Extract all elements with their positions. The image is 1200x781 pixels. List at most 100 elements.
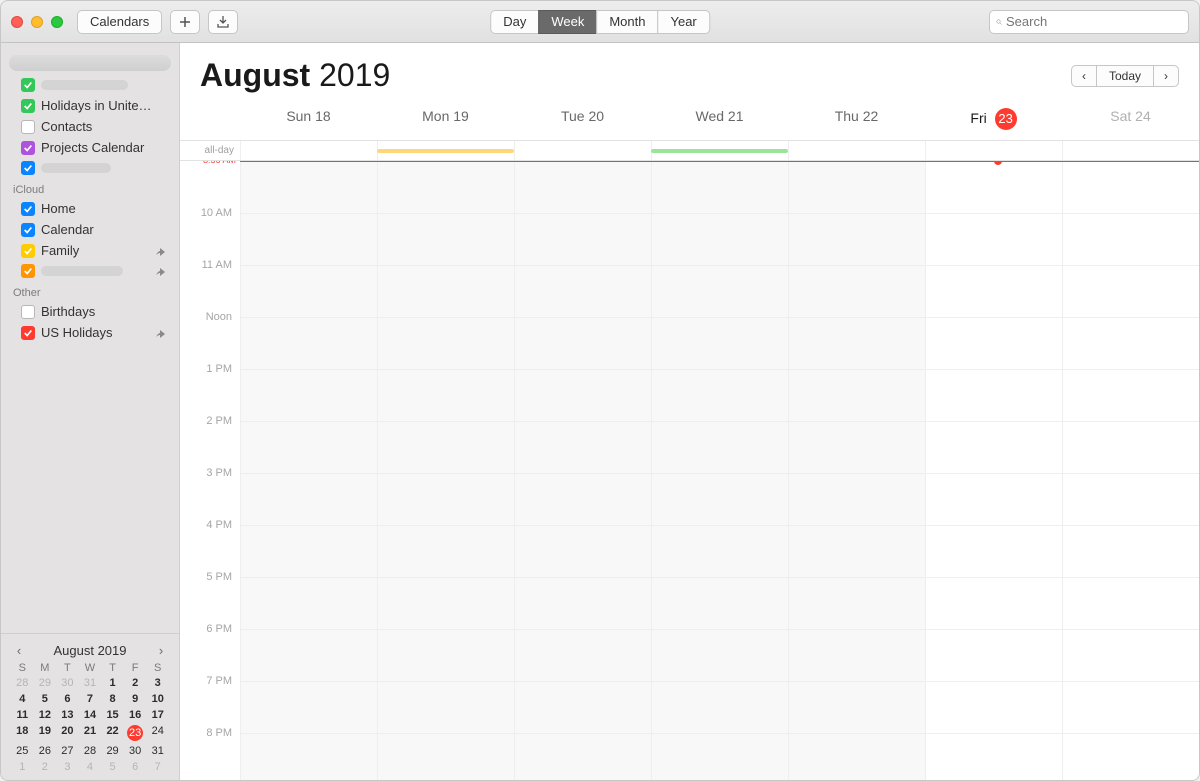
minical-day[interactable]: 13 <box>56 708 79 722</box>
minical-next-button[interactable]: › <box>153 642 169 658</box>
minical-day[interactable]: 8 <box>101 692 124 706</box>
minical-day[interactable]: 3 <box>56 760 79 774</box>
calendar-checkbox[interactable] <box>21 141 35 155</box>
calendar-label <box>41 80 167 90</box>
hour-label: Noon <box>180 311 240 363</box>
minical-day[interactable]: 15 <box>101 708 124 722</box>
calendar-checkbox[interactable] <box>21 326 35 340</box>
calendar-checkbox[interactable] <box>21 223 35 237</box>
minical-day[interactable]: 25 <box>11 744 34 758</box>
minical-day[interactable]: 9 <box>124 692 147 706</box>
minical-day[interactable]: 31 <box>79 676 102 690</box>
calendar-checkbox[interactable] <box>21 244 35 258</box>
allday-event[interactable] <box>377 149 514 153</box>
day-header[interactable]: Wed 21 <box>651 102 788 140</box>
calendar-checkbox[interactable] <box>21 99 35 113</box>
minical-day[interactable]: 6 <box>56 692 79 706</box>
calendar-item[interactable]: US Holidays <box>1 322 179 343</box>
sidebar-group-label: Other <box>1 281 179 301</box>
minical-day[interactable]: 16 <box>124 708 147 722</box>
minical-day[interactable]: 7 <box>146 760 169 774</box>
minical-day[interactable]: 3 <box>146 676 169 690</box>
calendar-checkbox[interactable] <box>21 264 35 278</box>
minical-day[interactable]: 12 <box>34 708 57 722</box>
minical-day[interactable]: 11 <box>11 708 34 722</box>
day-header[interactable]: Thu 22 <box>788 102 925 140</box>
minical-day[interactable]: 2 <box>124 676 147 690</box>
minical-day[interactable]: 23 <box>124 724 147 742</box>
minical-day[interactable]: 20 <box>56 724 79 742</box>
day-header[interactable]: Sun 18 <box>240 102 377 140</box>
minical-day[interactable]: 4 <box>11 692 34 706</box>
minical-dow: T <box>56 662 79 674</box>
minical-day[interactable]: 30 <box>124 744 147 758</box>
minical-day[interactable]: 5 <box>34 692 57 706</box>
prev-week-button[interactable]: ‹ <box>1071 65 1097 87</box>
calendar-item[interactable]: Holidays in Unite… <box>1 95 179 116</box>
minical-day[interactable]: 28 <box>11 676 34 690</box>
add-event-button[interactable] <box>170 10 200 34</box>
calendar-item[interactable] <box>1 261 179 281</box>
minical-day[interactable]: 14 <box>79 708 102 722</box>
hour-label: 2 PM <box>180 415 240 467</box>
view-month-button[interactable]: Month <box>596 10 658 34</box>
minical-day[interactable]: 27 <box>56 744 79 758</box>
search-field[interactable] <box>989 10 1189 34</box>
today-button[interactable]: Today <box>1096 65 1154 87</box>
grid-columns[interactable]: 8:56 AM <box>240 161 1199 780</box>
view-week-button[interactable]: Week <box>538 10 597 34</box>
minical-day[interactable]: 21 <box>79 724 102 742</box>
minical-day[interactable]: 29 <box>101 744 124 758</box>
minical-day[interactable]: 4 <box>79 760 102 774</box>
main-header: August 2019 ‹ Today › <box>180 43 1199 102</box>
calendar-checkbox[interactable] <box>21 161 35 175</box>
minical-day[interactable]: 6 <box>124 760 147 774</box>
minical-day[interactable]: 24 <box>146 724 169 742</box>
inbox-button[interactable] <box>208 10 238 34</box>
calendar-item[interactable]: Birthdays <box>1 301 179 322</box>
calendar-item[interactable] <box>1 158 179 178</box>
minical-day[interactable]: 5 <box>101 760 124 774</box>
calendar-item[interactable]: Home <box>1 198 179 219</box>
minical-day[interactable]: 1 <box>11 760 34 774</box>
allday-cells[interactable] <box>240 141 1199 160</box>
minical-day[interactable]: 26 <box>34 744 57 758</box>
minical-prev-button[interactable]: ‹ <box>11 642 27 658</box>
search-input[interactable] <box>1006 14 1182 29</box>
calendar-item[interactable] <box>1 75 179 95</box>
calendars-toggle-button[interactable]: Calendars <box>77 10 162 34</box>
minical-day[interactable]: 2 <box>34 760 57 774</box>
close-button[interactable] <box>11 16 23 28</box>
minical-day[interactable]: 30 <box>56 676 79 690</box>
minical-day[interactable]: 18 <box>11 724 34 742</box>
calendar-checkbox[interactable] <box>21 305 35 319</box>
allday-event[interactable] <box>651 149 788 153</box>
next-week-button[interactable]: › <box>1153 65 1179 87</box>
calendar-item[interactable]: Projects Calendar <box>1 137 179 158</box>
minical-day[interactable]: 31 <box>146 744 169 758</box>
minimize-button[interactable] <box>31 16 43 28</box>
minical-dow: F <box>124 662 147 674</box>
zoom-button[interactable] <box>51 16 63 28</box>
calendar-item[interactable]: Contacts <box>1 116 179 137</box>
minical-day[interactable]: 7 <box>79 692 102 706</box>
calendar-item[interactable]: Calendar <box>1 219 179 240</box>
day-header[interactable]: Fri 23 <box>925 102 1062 140</box>
minical-day[interactable]: 10 <box>146 692 169 706</box>
minical-day[interactable]: 19 <box>34 724 57 742</box>
minical-day[interactable]: 22 <box>101 724 124 742</box>
calendar-checkbox[interactable] <box>21 120 35 134</box>
calendar-checkbox[interactable] <box>21 78 35 92</box>
view-year-button[interactable]: Year <box>657 10 709 34</box>
day-header[interactable]: Mon 19 <box>377 102 514 140</box>
minical-day[interactable]: 29 <box>34 676 57 690</box>
view-day-button[interactable]: Day <box>490 10 539 34</box>
minical-day[interactable]: 28 <box>79 744 102 758</box>
calendar-item[interactable]: Family <box>1 240 179 261</box>
day-header[interactable]: Sat 24 <box>1062 102 1199 140</box>
day-header[interactable]: Tue 20 <box>514 102 651 140</box>
calendar-checkbox[interactable] <box>21 202 35 216</box>
week-grid[interactable]: 10 AM11 AMNoon1 PM2 PM3 PM4 PM5 PM6 PM7 … <box>180 161 1199 780</box>
minical-day[interactable]: 17 <box>146 708 169 722</box>
minical-day[interactable]: 1 <box>101 676 124 690</box>
